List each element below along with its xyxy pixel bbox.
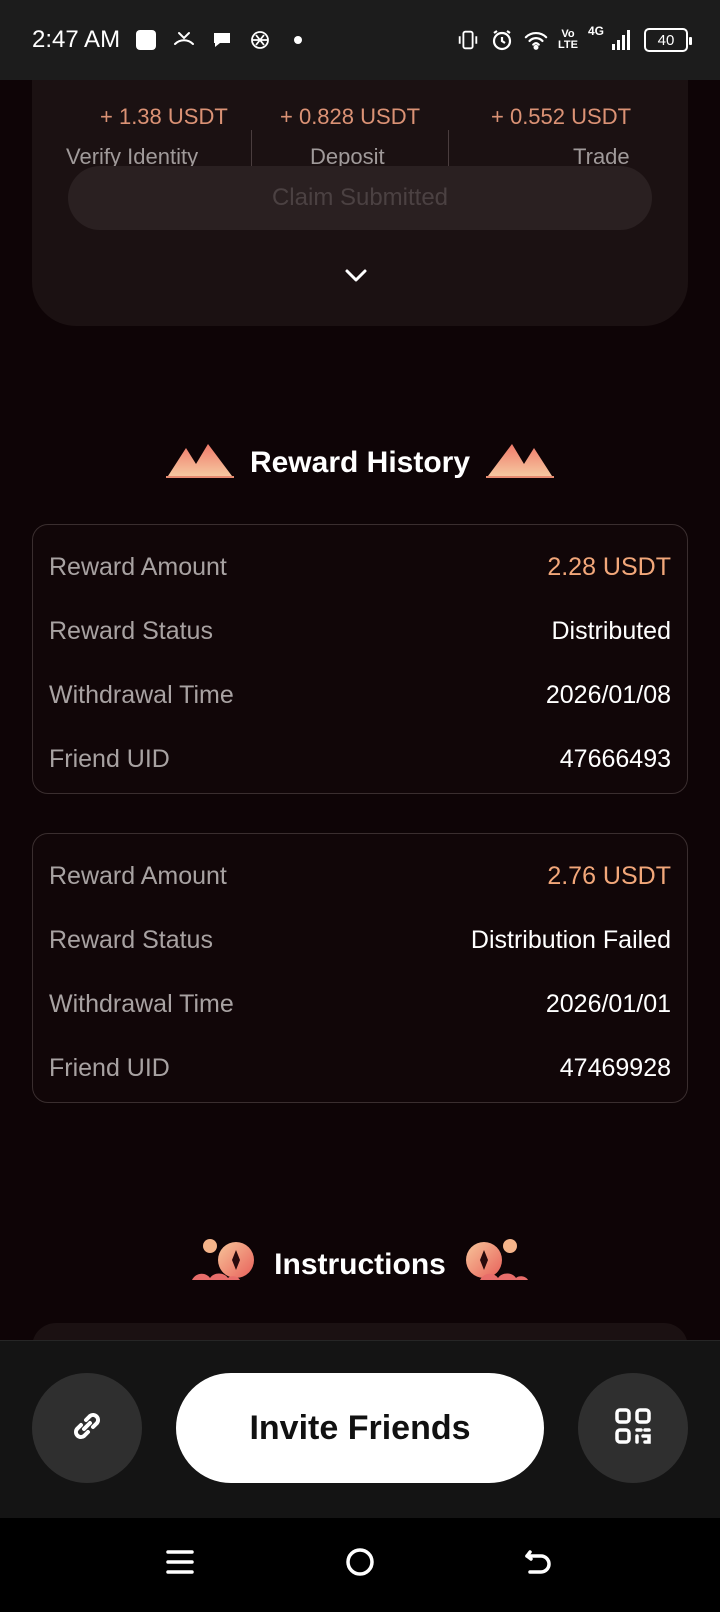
section-title: Instructions	[274, 1247, 446, 1281]
bottom-action-bar: Invite Friends	[0, 1340, 720, 1518]
reward-amount-row: Reward Amount 2.28 USDT	[49, 547, 671, 587]
task-amount: + 0.552 USDT	[491, 104, 632, 129]
vibrate-icon	[456, 28, 480, 52]
reward-amount-row: Reward Amount 2.76 USDT	[49, 856, 671, 896]
reward-amount-value: 2.76 USDT	[547, 861, 671, 890]
row-label: Withdrawal Time	[49, 680, 234, 709]
task-verify-identity: + 1.38 USDT Verify Identity	[66, 92, 256, 172]
row-label: Friend UID	[49, 744, 170, 773]
reward-amount-value: 2.28 USDT	[547, 552, 671, 581]
back-button[interactable]	[520, 1544, 560, 1584]
reward-status-row: Reward Status Distributed	[49, 611, 671, 651]
row-label: Reward Amount	[49, 861, 227, 890]
task-trade: + 0.552 USDT Trade	[449, 92, 654, 172]
claim-submitted-button[interactable]: Claim Submitted	[68, 166, 652, 230]
row-label: Reward Status	[49, 616, 213, 645]
coin-cloud-decoration-icon	[190, 1236, 258, 1293]
row-label: Friend UID	[49, 1053, 170, 1082]
friend-uid-row: Friend UID 47469928	[49, 1048, 671, 1088]
friend-uid-row: Friend UID 47666493	[49, 739, 671, 779]
task-amount: + 1.38 USDT	[100, 104, 228, 129]
instructions-header: Instructions	[0, 1236, 720, 1293]
app-notification-icon	[134, 28, 158, 52]
reward-record-card: Reward Amount 2.28 USDT Reward Status Di…	[32, 524, 688, 794]
wifi-icon	[524, 28, 548, 52]
status-bar: 2:47 AM Vo LTE 4G 40	[0, 0, 720, 80]
mountain-decoration-icon	[165, 440, 234, 485]
task-rewards-card: + 1.38 USDT Verify Identity + 0.828 USDT…	[32, 40, 688, 326]
withdrawal-time-row: Withdrawal Time 2026/01/08	[49, 675, 671, 715]
task-amount: + 0.828 USDT	[280, 104, 421, 129]
qr-code-icon	[614, 1407, 652, 1450]
openai-logo-icon	[248, 28, 272, 52]
qr-code-button[interactable]	[578, 1373, 688, 1483]
status-time: 2:47 AM	[32, 26, 121, 53]
section-title: Reward History	[249, 445, 471, 479]
recent-apps-button[interactable]	[160, 1544, 200, 1584]
withdrawal-time-value: 2026/01/01	[545, 989, 671, 1018]
withdrawal-time-value: 2026/01/08	[545, 680, 671, 709]
network-type: 4G	[587, 24, 604, 38]
battery-icon: 40	[644, 28, 692, 52]
withdrawal-time-row: Withdrawal Time 2026/01/01	[49, 984, 671, 1024]
invite-friends-button[interactable]: Invite Friends	[176, 1373, 544, 1483]
home-button[interactable]	[340, 1544, 380, 1584]
home-circle-icon	[344, 1546, 376, 1583]
copy-link-button[interactable]	[32, 1373, 142, 1483]
task-deposit: + 0.828 USDT Deposit	[252, 92, 448, 172]
row-label: Withdrawal Time	[49, 989, 234, 1018]
friend-uid-value: 47469928	[559, 1053, 671, 1082]
signal-icon	[610, 28, 634, 52]
mountain-decoration-icon	[486, 440, 555, 485]
back-arrow-icon	[524, 1546, 556, 1583]
reward-status-row: Reward Status Distribution Failed	[49, 920, 671, 960]
reward-status-value: Distribution Failed	[470, 925, 671, 954]
volte-indicator: Vo LTE	[558, 28, 578, 51]
missed-call-icon	[172, 28, 196, 52]
row-label: Reward Status	[49, 925, 213, 954]
reward-history-header: Reward History	[0, 440, 720, 485]
row-label: Reward Amount	[49, 552, 227, 581]
chat-bubble-icon	[210, 28, 234, 52]
notification-dot-icon	[286, 28, 310, 52]
friend-uid-value: 47666493	[559, 744, 671, 773]
alarm-icon	[490, 28, 514, 52]
menu-icon	[165, 1547, 195, 1582]
reward-record-card: Reward Amount 2.76 USDT Reward Status Di…	[32, 833, 688, 1103]
link-icon	[67, 1406, 107, 1451]
coin-cloud-decoration-icon	[462, 1236, 530, 1293]
reward-status-value: Distributed	[551, 616, 672, 645]
expand-chevron-icon[interactable]	[338, 262, 374, 290]
system-navigation-bar	[0, 1518, 720, 1612]
